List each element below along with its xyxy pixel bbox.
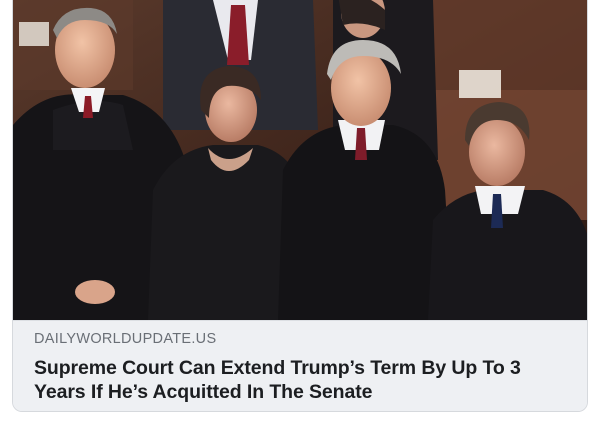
- justices-photo: [13, 0, 587, 320]
- preview-image[interactable]: [13, 0, 587, 320]
- link-preview-caption[interactable]: DAILYWORLDUPDATE.US Supreme Court Can Ex…: [13, 320, 587, 411]
- article-headline[interactable]: Supreme Court Can Extend Trump’s Term By…: [34, 356, 573, 404]
- link-preview-card[interactable]: DAILYWORLDUPDATE.US Supreme Court Can Ex…: [12, 0, 588, 412]
- source-domain: DAILYWORLDUPDATE.US: [34, 331, 217, 347]
